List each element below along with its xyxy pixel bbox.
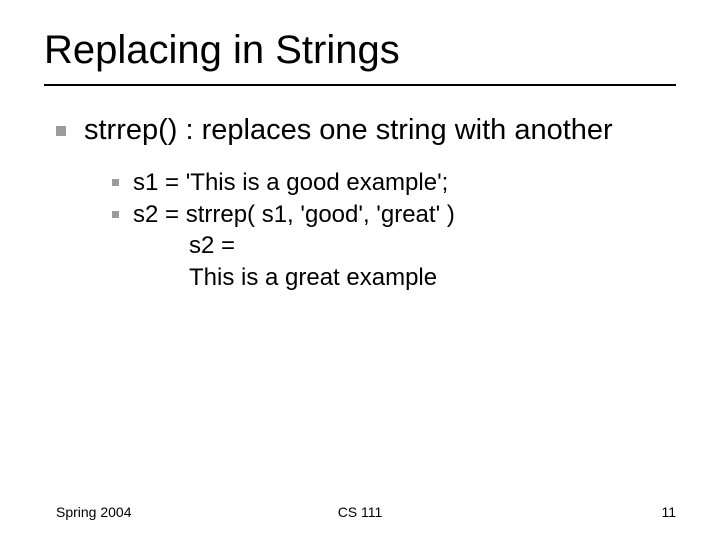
bullet-level1-text: strrep() : replaces one string with anot… (84, 112, 613, 149)
footer-page-number: 11 (661, 504, 676, 520)
square-bullet-icon (112, 179, 119, 186)
slide-title: Replacing in Strings (44, 28, 400, 73)
slide: Replacing in Strings strrep() : replaces… (0, 0, 720, 540)
bullet-level2-text: s1 = 'This is a good example'; (133, 167, 448, 199)
output-line: s2 = (189, 230, 670, 262)
square-bullet-icon (112, 211, 119, 218)
bullet-level2: s1 = 'This is a good example'; (112, 167, 670, 199)
slide-body: strrep() : replaces one string with anot… (56, 112, 670, 294)
bullet-level2: s2 = strrep( s1, 'good', 'great' ) (112, 199, 670, 231)
slide-footer: Spring 2004 CS 111 11 (0, 500, 720, 520)
title-underline (44, 84, 676, 86)
output-line: This is a great example (189, 262, 670, 294)
footer-center: CS 111 (0, 504, 720, 520)
bullet-level1: strrep() : replaces one string with anot… (56, 112, 670, 149)
sub-bullets: s1 = 'This is a good example'; s2 = strr… (112, 167, 670, 294)
square-bullet-icon (56, 126, 66, 136)
bullet-level2-text: s2 = strrep( s1, 'good', 'great' ) (133, 199, 455, 231)
